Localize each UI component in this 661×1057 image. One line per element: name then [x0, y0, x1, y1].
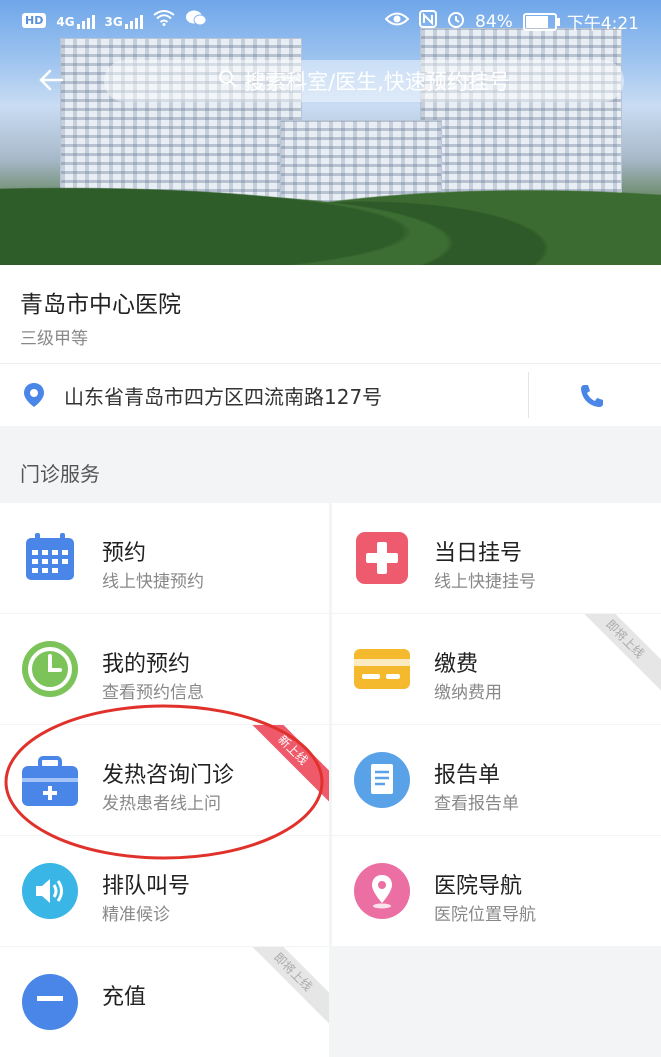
service-hospital-navigation[interactable]: 医院导航 医院位置导航	[332, 836, 661, 946]
service-subtitle: 线上快捷预约	[102, 572, 204, 592]
signal-4g: 4G	[56, 13, 95, 29]
address-row[interactable]: 山东省青岛市四方区四流南路127号	[0, 363, 661, 426]
payment-card-icon	[352, 639, 412, 699]
service-title: 缴费	[434, 652, 479, 677]
service-report[interactable]: 报告单 查看报告单	[332, 725, 661, 835]
report-document-icon	[352, 750, 412, 810]
status-bar: HD 4G 3G 84% 下午4:21	[0, 0, 661, 38]
service-title: 报告单	[434, 763, 501, 788]
service-subtitle: 医院位置导航	[434, 905, 536, 925]
battery-percent: 84%	[475, 11, 513, 32]
speaker-icon	[20, 861, 80, 921]
signal-3g: 3G	[105, 13, 143, 29]
service-title: 预约	[102, 541, 147, 566]
service-title: 排队叫号	[102, 874, 191, 899]
coming-soon-ribbon: 即将上线	[567, 614, 661, 697]
hospital-address: 山东省青岛市四方区四流南路127号	[64, 385, 383, 409]
clock-icon	[20, 639, 80, 699]
hospital-hero-image	[0, 0, 661, 265]
back-arrow-icon[interactable]	[34, 62, 70, 98]
red-circle-annotation	[4, 704, 324, 860]
service-title: 我的预约	[102, 652, 191, 677]
location-pin-icon	[22, 382, 46, 412]
plus-cross-icon	[352, 528, 412, 588]
wifi-icon	[153, 10, 175, 31]
hospital-level: 三级甲等	[20, 329, 88, 349]
service-subtitle: 精准候诊	[102, 905, 170, 925]
hospital-info: 青岛市中心医院 三级甲等	[0, 265, 661, 363]
service-title: 充值	[102, 985, 147, 1010]
search-input[interactable]: 搜索科室/医生,快速预约挂号	[104, 60, 624, 102]
battery-icon	[522, 12, 560, 31]
service-appointment[interactable]: 预约 线上快捷预约	[0, 503, 329, 613]
service-title: 医院导航	[434, 874, 523, 899]
service-subtitle: 查看报告单	[434, 794, 519, 814]
trees	[0, 155, 661, 265]
coming-soon-ribbon: 即将上线	[235, 947, 329, 1030]
service-title: 当日挂号	[434, 541, 523, 566]
search-placeholder: 搜索科室/医生,快速预约挂号	[244, 70, 510, 94]
alarm-icon	[447, 10, 465, 33]
service-payment[interactable]: 缴费 缴纳费用 即将上线	[332, 614, 661, 724]
phone-icon[interactable]	[578, 382, 606, 414]
divider	[528, 372, 529, 418]
search-icon	[218, 69, 238, 94]
hd-icon: HD	[22, 13, 47, 28]
eye-comfort-icon	[384, 11, 410, 32]
location-pin-icon	[352, 861, 412, 921]
clock-time: 下午4:21	[566, 14, 639, 34]
hospital-name: 青岛市中心医院	[20, 292, 181, 318]
service-recharge[interactable]: 充值 即将上线	[0, 947, 329, 1057]
wechat-icon	[185, 9, 207, 32]
service-subtitle: 缴纳费用	[434, 683, 502, 703]
service-subtitle: 线上快捷挂号	[434, 572, 536, 592]
service-same-day-register[interactable]: 当日挂号 线上快捷挂号	[332, 503, 661, 613]
calendar-icon	[20, 528, 80, 588]
section-title-outpatient: 门诊服务	[20, 462, 100, 486]
recharge-card-icon	[20, 972, 80, 1032]
nfc-icon	[419, 10, 438, 33]
